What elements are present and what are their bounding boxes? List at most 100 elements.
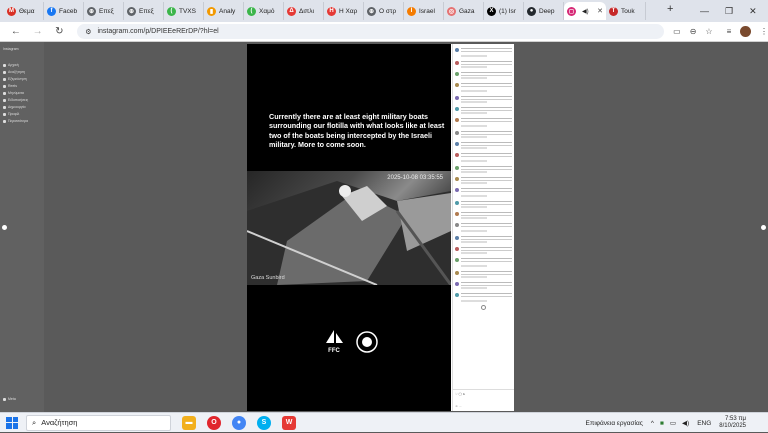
comment-row[interactable] [453,211,514,216]
post-media[interactable]: Currently there are at least eight milit… [247,44,451,411]
url-field[interactable]: ⚙ instagram.com/p/DPIEEeRErDP/?hl=el [77,24,665,39]
video-frame[interactable]: 2025-10-08 03:35:55 Gaza Sunbird [247,171,451,285]
tab-close-icon[interactable]: ✕ [597,7,603,15]
avatar[interactable] [455,61,459,65]
sidebar-item-1[interactable]: Αρχική [3,63,19,67]
comment-row[interactable] [453,292,514,299]
avatar[interactable] [455,96,459,100]
avatar[interactable] [455,177,459,181]
comment-row[interactable] [453,281,514,286]
avatar[interactable] [455,247,459,251]
profile-avatar[interactable] [740,26,751,37]
comment-row[interactable] [453,60,514,65]
avatar[interactable] [455,153,459,157]
tab-8[interactable]: ΗΗ Χαρ [324,2,364,20]
avatar[interactable] [455,271,459,275]
language-indicator[interactable]: ENG [697,420,711,427]
sidebar-item-9[interactable]: Περισσότερα [3,119,28,123]
sidebar-item-5[interactable]: Μηνύματα [3,91,24,95]
tab-search-icon[interactable]: ≡ [727,27,732,36]
network-icon[interactable]: ▭ [670,419,676,427]
tray-status-text[interactable]: Επιφάνεια εργασίας [586,420,643,427]
comment-row[interactable] [453,141,514,146]
zoom-icon[interactable]: ⊖ [690,27,697,36]
action-icons[interactable]: ♡ ◯ ➤ [455,392,513,396]
comment-row[interactable] [453,165,514,170]
avatar[interactable] [455,236,459,240]
tab-0[interactable]: M Θεμα [4,2,44,20]
comment-row[interactable] [453,130,514,135]
avatar[interactable] [455,118,459,122]
tab-11[interactable]: ◎ Gaza [444,2,484,20]
tab-14[interactable]: ◻ ◀) ✕ [564,2,606,20]
tab-12[interactable]: X (1) Isr [484,2,524,20]
avatar[interactable] [455,188,459,192]
sidebar-item-6[interactable]: Ειδοποιήσεις [3,98,28,102]
tray-expand-icon[interactable]: ^ [651,420,654,427]
comment-row[interactable] [453,82,514,89]
comment-row[interactable] [453,235,514,240]
skype-icon[interactable]: S [257,415,271,430]
chrome-icon[interactable]: ● [232,415,246,430]
tab-13[interactable]: ● Deep [524,2,564,20]
tab-3[interactable]: ⊕ Επεξ [124,2,164,20]
sidebar-item-4[interactable]: Reels [3,84,17,88]
avatar[interactable] [455,48,459,52]
clock[interactable]: 7:53 πμ 8/10/2025 [719,416,746,430]
comment-row[interactable] [453,270,514,275]
volume-icon[interactable]: ◀) [682,419,689,427]
sidebar-item-7[interactable]: Δημιουργία [3,105,25,109]
cast-icon[interactable]: ▭ [673,27,681,36]
tab-15[interactable]: T Toυk [606,2,646,20]
reload-icon[interactable]: ↻ [53,26,65,37]
tab-2[interactable]: ⊕ Επεξ [84,2,124,20]
avatar[interactable] [455,107,459,111]
comment-row[interactable] [453,257,514,264]
avatar[interactable] [455,142,459,146]
maximize-icon[interactable]: ❐ [725,6,733,17]
tab-audio-icon[interactable]: ◀) [582,8,589,15]
sidebar-item-0[interactable]: Instagram [3,47,19,51]
site-info-icon[interactable]: ⚙ [85,28,91,36]
comment-row[interactable] [453,106,514,111]
opera-icon[interactable]: O [207,415,221,430]
comment-row[interactable] [453,47,514,54]
tab-7[interactable]: Δ Διπλι [284,2,324,20]
comment-row[interactable] [453,222,514,229]
avatar[interactable] [455,223,459,227]
avatar[interactable] [455,293,459,297]
sidebar-item-3[interactable]: Εξερεύνηση [3,77,27,81]
sidebar-item-2[interactable]: Αναζήτηση [3,70,25,74]
load-more-icon[interactable] [481,305,486,310]
avatar[interactable] [455,83,459,87]
tab-4[interactable]: (TVXS [164,2,204,20]
comment-row[interactable] [453,187,514,194]
minimize-icon[interactable]: — [700,6,709,16]
avatar[interactable] [455,201,459,205]
tray-app-icon[interactable]: ■ [660,420,664,427]
bookmark-star-icon[interactable]: ☆ [705,27,712,36]
taskbar-search[interactable]: ⌕ Αναζήτηση [26,414,171,431]
back-icon[interactable]: ← [10,26,22,37]
comment-row[interactable] [453,176,514,181]
sidebar-item-10[interactable]: Meta [3,397,16,401]
avatar[interactable] [455,166,459,170]
comment-row[interactable] [453,71,514,76]
sidebar-item-8[interactable]: Προφίλ [3,112,19,116]
avatar[interactable] [455,212,459,216]
comment-row[interactable] [453,95,514,100]
menu-icon[interactable]: ⋮ [760,27,768,36]
tab-1[interactable]: f Faceb [44,2,84,20]
avatar[interactable] [455,282,459,286]
avatar[interactable] [455,131,459,135]
windows-start-icon[interactable] [6,416,18,429]
avatar[interactable] [455,258,459,262]
comment-row[interactable] [453,246,514,251]
forward-icon[interactable]: → [32,26,44,37]
new-tab-button[interactable]: + [667,3,673,15]
tab-5[interactable]: ▮ Analy [204,2,244,20]
add-comment-field[interactable]: ☺ ... [455,404,513,408]
comment-row[interactable] [453,200,514,205]
close-icon[interactable]: ✕ [749,6,757,17]
avatar[interactable] [455,72,459,76]
